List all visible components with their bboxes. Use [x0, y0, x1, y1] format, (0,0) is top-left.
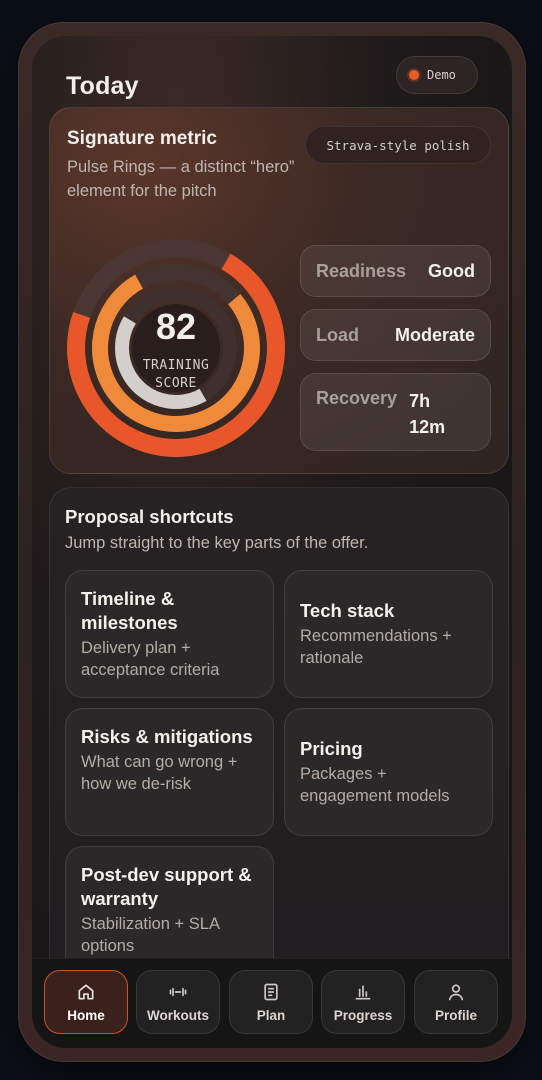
nav-profile[interactable]: Profile [414, 970, 498, 1034]
proposal-shortcuts-card: Proposal shortcuts Jump straight to the … [49, 487, 509, 1007]
document-icon [264, 983, 278, 1000]
nav-label: Progress [333, 1007, 393, 1023]
metric-key: Readiness [316, 260, 407, 281]
training-score-value: 82 [155, 306, 197, 347]
signature-metric-card: Signature metric Pulse Rings — a distinc… [49, 107, 509, 474]
style-badge: Strava-style polish [305, 126, 491, 164]
readiness-metric: Readiness Good [300, 245, 491, 297]
metric-key: Load [316, 324, 359, 345]
tile-description: Stabilization + SLA options [81, 915, 220, 955]
nav-label: Home [67, 1007, 105, 1023]
nav-progress[interactable]: Progress [321, 970, 405, 1034]
status-dot-icon [409, 70, 419, 80]
shortcut-timeline[interactable]: Timeline & milestones Delivery plan + ac… [65, 570, 274, 698]
tile-title: Timeline & milestones [81, 588, 178, 633]
recovery-hours: 7h [409, 391, 431, 411]
tile-title: Tech stack [300, 600, 395, 621]
score-label-line1: TRAINING [142, 358, 210, 373]
training-score-label: TRAINING SCORE [110, 357, 242, 393]
tile-title: Pricing [300, 738, 363, 759]
nav-home[interactable]: Home [44, 970, 128, 1034]
demo-toggle[interactable]: Demo [396, 56, 478, 94]
nav-plan[interactable]: Plan [229, 970, 313, 1034]
metric-value: Moderate [394, 324, 475, 345]
nav-label: Plan [256, 1007, 286, 1023]
phone-frame: Today Demo Signature metric Pulse Rings … [18, 22, 526, 1062]
card-subtitle: Pulse Rings — a distinct “hero” element … [67, 158, 295, 200]
bar-chart-icon [355, 984, 371, 999]
tile-description: Delivery plan + acceptance criteria [81, 639, 220, 679]
recovery-minutes: 12m [409, 417, 446, 437]
load-metric: Load Moderate [300, 309, 491, 361]
nav-label: Workouts [146, 1007, 209, 1023]
score-label-line2: SCORE [155, 376, 197, 391]
tile-title: Risks & mitigations [81, 726, 253, 747]
recovery-metric: Recovery 7h 12m [300, 373, 491, 451]
section-subtitle: Jump straight to the key parts of the of… [65, 534, 369, 552]
nav-label: Profile [434, 1007, 477, 1023]
section-title: Proposal shortcuts [65, 506, 234, 527]
tile-description: What can go wrong + how we de-risk [81, 753, 238, 793]
shortcut-pricing[interactable]: Pricing Packages + engagement models [284, 708, 493, 836]
metric-key: Recovery [316, 388, 398, 408]
user-icon [448, 984, 464, 1000]
metric-value: 7h 12m [409, 388, 445, 440]
tile-description: Packages + engagement models [300, 765, 450, 805]
pulse-rings-chart [66, 239, 285, 457]
bottom-nav: Home Workouts Plan Progress Profile [32, 958, 512, 1048]
nav-workouts[interactable]: Workouts [136, 970, 220, 1034]
tile-title: Post-dev support & warranty [81, 864, 252, 909]
shortcut-risks[interactable]: Risks & mitigations What can go wrong + … [65, 708, 274, 836]
page-title: Today [66, 72, 139, 100]
card-title: Signature metric [67, 128, 217, 149]
dumbbell-icon [169, 987, 187, 996]
app-screen: Today Demo Signature metric Pulse Rings … [32, 36, 512, 1048]
home-icon [78, 984, 94, 999]
shortcut-tech-stack[interactable]: Tech stack Recommendations + rationale [284, 570, 493, 698]
tile-description: Recommendations + rationale [300, 627, 452, 667]
demo-label: Demo [427, 68, 456, 82]
metric-value: Good [428, 260, 475, 281]
